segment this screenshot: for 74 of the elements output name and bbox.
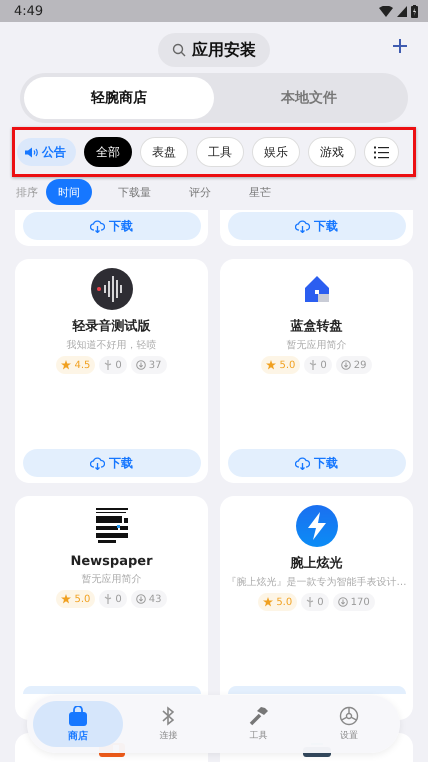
search-icon — [172, 43, 186, 57]
cloud-download-icon — [295, 456, 310, 470]
cloud-download-icon — [90, 456, 105, 470]
category-chip[interactable]: 表盘 — [140, 137, 188, 167]
download-button[interactable]: 下载 — [22, 449, 200, 477]
download-count-chip: 43 — [130, 590, 166, 608]
app-name: Newspaper — [70, 554, 153, 569]
tab[interactable]: 本地文件 — [214, 77, 404, 119]
spark-icon — [309, 360, 318, 370]
download-count-chip: 37 — [130, 356, 166, 374]
sort-label: 排序 — [16, 184, 38, 200]
cloud-download-icon — [90, 220, 105, 232]
app-icon — [296, 505, 338, 547]
sort-option[interactable]: 时间 — [46, 179, 92, 205]
spark-icon — [104, 360, 112, 370]
hammer-icon — [248, 706, 269, 726]
sort-option[interactable]: 星芒 — [237, 179, 283, 205]
sort-option[interactable]: 下载量 — [106, 179, 163, 205]
announcement-chip[interactable]: 公告 — [17, 138, 76, 166]
search-text: 应用安装 — [192, 40, 256, 60]
spark-count-chip: 0 — [99, 590, 127, 608]
download-icon — [136, 360, 146, 370]
spark-count-chip: 0 — [304, 356, 332, 374]
speaker-icon — [25, 146, 39, 158]
search-field[interactable]: 应用安装 — [158, 33, 270, 67]
download-button[interactable]: 下载 — [22, 212, 200, 240]
battery-icon — [411, 4, 418, 18]
star-icon — [263, 597, 274, 607]
download-count-chip: 170 — [332, 593, 375, 611]
nav-item[interactable]: 工具 — [214, 701, 304, 747]
rating-chip: 5.0 — [56, 590, 96, 608]
nav-item[interactable]: 设置 — [304, 701, 394, 747]
rating-chip: 4.5 — [56, 356, 96, 374]
star-icon — [61, 360, 72, 370]
nav-item[interactable]: 商店 — [33, 701, 124, 747]
clock-time: 4:49 — [14, 4, 44, 18]
category-chip[interactable]: 游戏 — [308, 137, 356, 167]
cloud-download-icon — [295, 220, 310, 232]
app-description: 我知道不好用，轻喷 — [66, 338, 156, 352]
app-icon — [90, 268, 132, 310]
spark-icon — [306, 597, 314, 607]
bluetooth-icon — [162, 706, 174, 726]
category-chip[interactable]: 全部 — [84, 137, 132, 167]
settings-icon — [338, 706, 359, 726]
download-icon — [340, 360, 351, 370]
category-chip[interactable]: 工具 — [196, 137, 244, 167]
list-button[interactable] — [364, 137, 399, 167]
download-icon — [338, 597, 348, 607]
tab[interactable]: 轻腕商店 — [24, 77, 214, 119]
star-icon — [61, 594, 72, 604]
list-icon — [374, 146, 389, 158]
spark-count-chip: 0 — [99, 356, 127, 374]
app-name: 腕上炫光 — [290, 554, 342, 572]
spark-count-chip: 0 — [301, 593, 329, 611]
app-name: 轻录音测试版 — [72, 318, 150, 335]
rating-chip: 5.0 — [258, 593, 298, 611]
wifi-icon — [379, 6, 393, 16]
rating-chip: 5.0 — [261, 356, 300, 374]
app-description: 『腕上炫光』是一款专为智能手表设计… — [226, 576, 406, 589]
nav-item[interactable]: 连接 — [123, 701, 214, 747]
spark-icon — [104, 594, 112, 604]
sort-option[interactable]: 评分 — [177, 179, 223, 205]
download-count-chip: 29 — [336, 356, 372, 374]
signal-icon — [397, 6, 407, 16]
add-icon[interactable] — [392, 38, 408, 54]
download-icon — [136, 594, 146, 604]
download-button[interactable]: 下载 — [228, 212, 406, 240]
category-chip[interactable]: 娱乐 — [252, 137, 300, 167]
app-description: 暂无应用简介 — [286, 338, 346, 352]
app-name: 蓝盒转盘 — [290, 318, 342, 335]
download-button[interactable]: 下载 — [228, 449, 406, 477]
app-description: 暂无应用简介 — [82, 572, 142, 586]
shopping-bag-icon — [69, 706, 88, 726]
star-icon — [266, 360, 276, 370]
